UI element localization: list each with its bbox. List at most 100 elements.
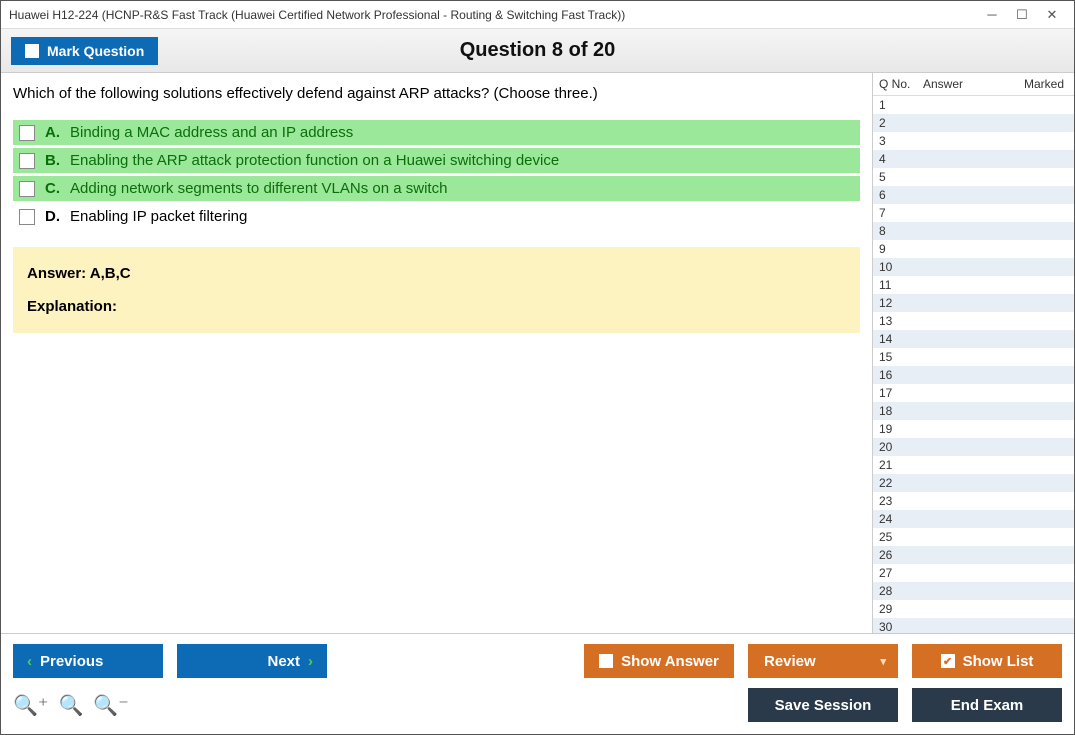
zoom-in-icon[interactable]: 🔍⁺ <box>13 693 48 718</box>
row-qno: 26 <box>879 548 923 562</box>
question-panel: Which of the following solutions effecti… <box>1 73 872 633</box>
question-row[interactable]: 10 <box>873 258 1074 276</box>
question-row[interactable]: 11 <box>873 276 1074 294</box>
option-B[interactable]: B.Enabling the ARP attack protection fun… <box>13 148 860 173</box>
row-qno: 27 <box>879 566 923 580</box>
row-qno: 20 <box>879 440 923 454</box>
zoom-controls: 🔍⁺ 🔍 🔍⁻ <box>13 693 129 718</box>
option-text: Enabling the ARP attack protection funct… <box>70 152 559 169</box>
question-row[interactable]: 1 <box>873 96 1074 114</box>
question-row[interactable]: 18 <box>873 402 1074 420</box>
row-qno: 11 <box>879 278 923 292</box>
question-row[interactable]: 8 <box>873 222 1074 240</box>
question-row[interactable]: 22 <box>873 474 1074 492</box>
mark-question-button[interactable]: Mark Question <box>11 37 158 65</box>
row-qno: 5 <box>879 170 923 184</box>
maximize-icon[interactable]: ☐ <box>1016 9 1028 21</box>
question-row[interactable]: 28 <box>873 582 1074 600</box>
close-icon[interactable]: ✕ <box>1046 9 1058 21</box>
review-label: Review <box>764 653 816 670</box>
option-D[interactable]: D.Enabling IP packet filtering <box>13 204 860 229</box>
question-row[interactable]: 19 <box>873 420 1074 438</box>
show-answer-label: Show Answer <box>621 653 719 670</box>
question-list-sidebar: Q No. Answer Marked 12345678910111213141… <box>872 73 1074 633</box>
mark-checkbox-icon <box>25 44 39 58</box>
show-answer-button[interactable]: Show Answer <box>584 644 734 678</box>
previous-button[interactable]: ‹ Previous <box>13 644 163 678</box>
show-list-button[interactable]: ✔ Show List <box>912 644 1062 678</box>
answer-line: Answer: A,B,C <box>27 265 846 282</box>
row-qno: 9 <box>879 242 923 256</box>
end-exam-label: End Exam <box>951 697 1024 714</box>
zoom-reset-icon[interactable]: 🔍 <box>58 693 83 718</box>
question-row[interactable]: 16 <box>873 366 1074 384</box>
question-row[interactable]: 7 <box>873 204 1074 222</box>
row-qno: 13 <box>879 314 923 328</box>
row-qno: 1 <box>879 98 923 112</box>
col-qno: Q No. <box>879 77 923 91</box>
question-row[interactable]: 21 <box>873 456 1074 474</box>
option-letter: A. <box>45 124 60 141</box>
titlebar: Huawei H12-224 (HCNP-R&S Fast Track (Hua… <box>1 1 1074 29</box>
app-window: Huawei H12-224 (HCNP-R&S Fast Track (Hua… <box>0 0 1075 735</box>
col-answer: Answer <box>923 77 1012 91</box>
row-qno: 21 <box>879 458 923 472</box>
next-label: Next <box>267 653 300 670</box>
footer: ‹ Previous Next › Show Answer Review ▾ ✔… <box>1 633 1074 734</box>
question-row[interactable]: 20 <box>873 438 1074 456</box>
question-row[interactable]: 9 <box>873 240 1074 258</box>
question-row[interactable]: 5 <box>873 168 1074 186</box>
question-row[interactable]: 13 <box>873 312 1074 330</box>
header: Mark Question Question 8 of 20 <box>1 29 1074 73</box>
option-checkbox[interactable] <box>19 153 35 169</box>
show-list-check-icon: ✔ <box>941 654 955 668</box>
previous-label: Previous <box>40 653 103 670</box>
save-session-button[interactable]: Save Session <box>748 688 898 722</box>
option-checkbox[interactable] <box>19 181 35 197</box>
save-session-label: Save Session <box>775 697 872 714</box>
row-qno: 19 <box>879 422 923 436</box>
answer-box: Answer: A,B,C Explanation: <box>13 247 860 333</box>
question-row[interactable]: 30 <box>873 618 1074 633</box>
explanation-label: Explanation: <box>27 298 846 315</box>
end-exam-button[interactable]: End Exam <box>912 688 1062 722</box>
row-qno: 12 <box>879 296 923 310</box>
row-qno: 2 <box>879 116 923 130</box>
question-text: Which of the following solutions effecti… <box>13 85 860 102</box>
chevron-right-icon: › <box>308 653 313 670</box>
question-row[interactable]: 26 <box>873 546 1074 564</box>
review-button[interactable]: Review ▾ <box>748 644 898 678</box>
question-row[interactable]: 12 <box>873 294 1074 312</box>
option-A[interactable]: A.Binding a MAC address and an IP addres… <box>13 120 860 145</box>
question-row[interactable]: 6 <box>873 186 1074 204</box>
minimize-icon[interactable]: ─ <box>986 9 998 21</box>
question-row[interactable]: 3 <box>873 132 1074 150</box>
sidebar-header: Q No. Answer Marked <box>873 73 1074 96</box>
chevron-left-icon: ‹ <box>27 653 32 670</box>
row-qno: 4 <box>879 152 923 166</box>
row-qno: 30 <box>879 620 923 633</box>
row-qno: 3 <box>879 134 923 148</box>
sidebar-list[interactable]: 1234567891011121314151617181920212223242… <box>873 96 1074 633</box>
option-text: Enabling IP packet filtering <box>70 208 247 225</box>
question-row[interactable]: 17 <box>873 384 1074 402</box>
option-checkbox[interactable] <box>19 209 35 225</box>
question-row[interactable]: 2 <box>873 114 1074 132</box>
row-qno: 7 <box>879 206 923 220</box>
option-checkbox[interactable] <box>19 125 35 141</box>
question-row[interactable]: 15 <box>873 348 1074 366</box>
row-qno: 18 <box>879 404 923 418</box>
option-C[interactable]: C.Adding network segments to different V… <box>13 176 860 201</box>
question-row[interactable]: 27 <box>873 564 1074 582</box>
question-row[interactable]: 4 <box>873 150 1074 168</box>
zoom-out-icon[interactable]: 🔍⁻ <box>93 693 128 718</box>
row-qno: 29 <box>879 602 923 616</box>
next-button[interactable]: Next › <box>177 644 327 678</box>
question-row[interactable]: 24 <box>873 510 1074 528</box>
question-row[interactable]: 25 <box>873 528 1074 546</box>
question-row[interactable]: 29 <box>873 600 1074 618</box>
window-title: Huawei H12-224 (HCNP-R&S Fast Track (Hua… <box>9 8 986 22</box>
row-qno: 6 <box>879 188 923 202</box>
question-row[interactable]: 23 <box>873 492 1074 510</box>
question-row[interactable]: 14 <box>873 330 1074 348</box>
